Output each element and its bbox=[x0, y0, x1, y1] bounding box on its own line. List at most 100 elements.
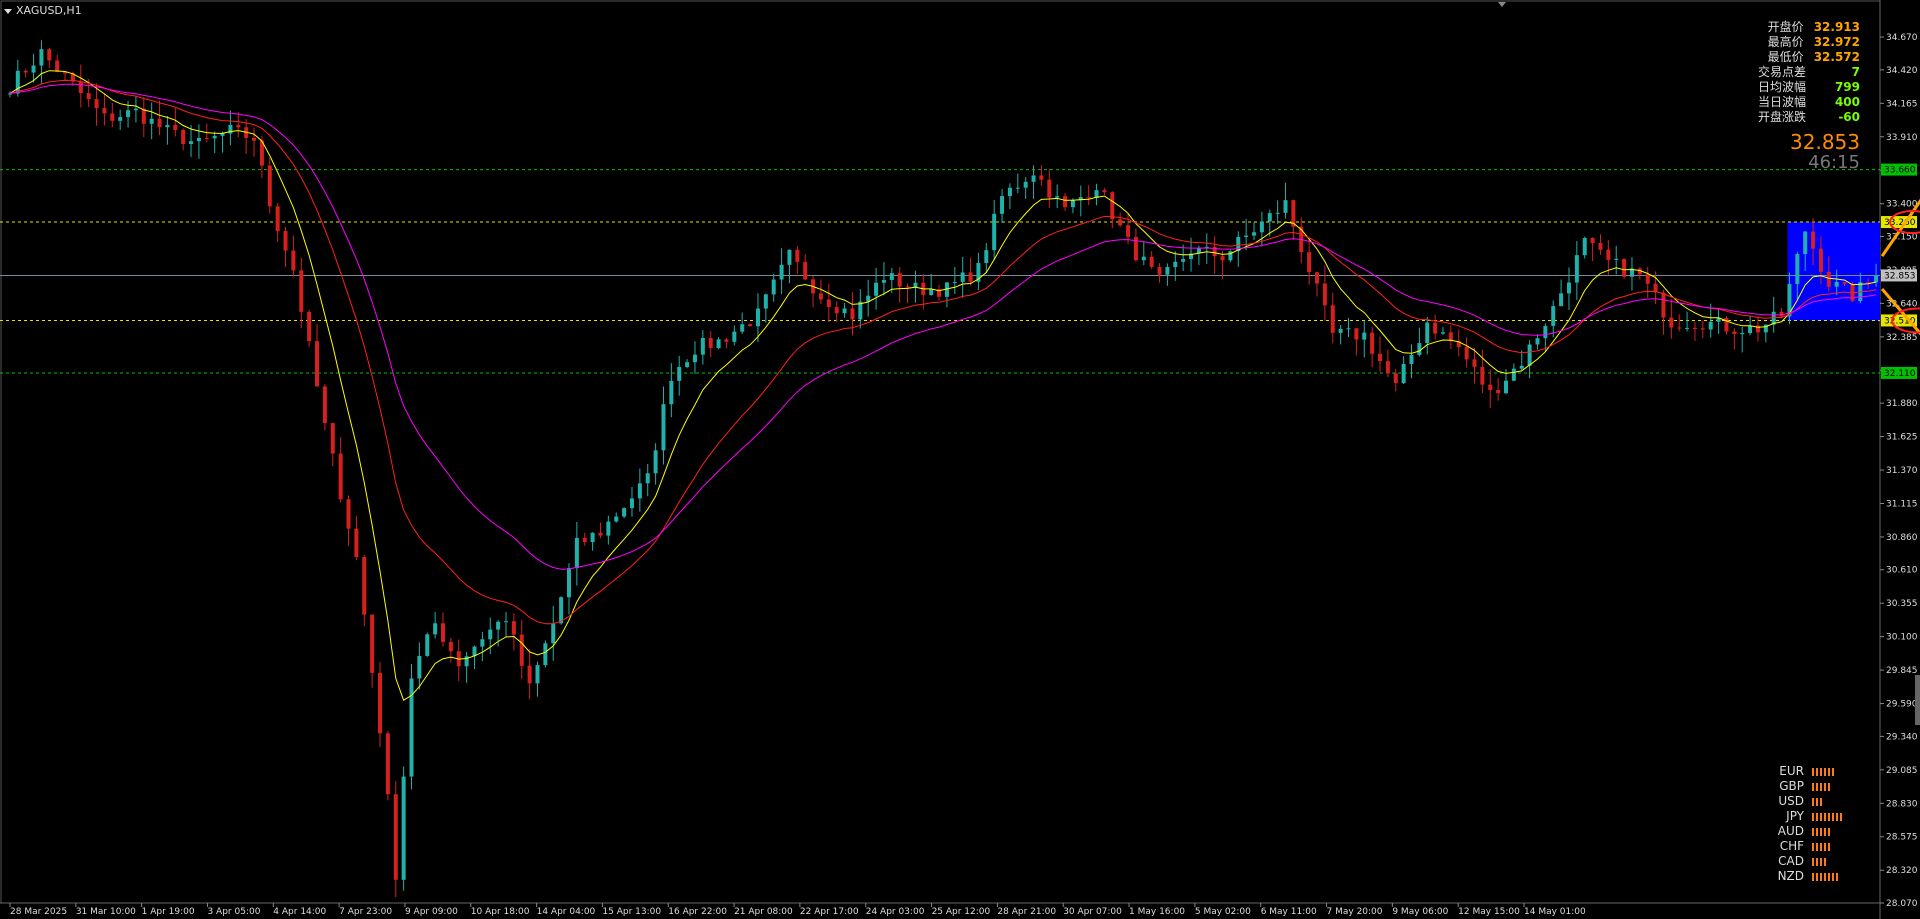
candle-body bbox=[1661, 292, 1666, 318]
strength-bars bbox=[1812, 812, 1850, 821]
candle-body bbox=[275, 206, 280, 232]
candle-body bbox=[165, 124, 170, 128]
candle-body bbox=[503, 621, 508, 623]
candle-body bbox=[771, 279, 776, 295]
candle-body bbox=[1244, 235, 1249, 237]
candle-body bbox=[315, 341, 320, 387]
candle-body bbox=[795, 249, 800, 262]
strength-bar bbox=[1812, 827, 1814, 836]
candle-body bbox=[1346, 328, 1351, 330]
currency-name: NZD bbox=[1777, 869, 1804, 883]
candle-body bbox=[818, 293, 823, 300]
info-row: 最高价 32.972 bbox=[1758, 35, 1860, 50]
candle-body bbox=[1685, 327, 1690, 329]
candle-body bbox=[1157, 266, 1162, 275]
candle-body bbox=[1385, 361, 1390, 374]
shift-marker-icon[interactable] bbox=[1498, 2, 1506, 7]
strength-bar bbox=[1832, 767, 1834, 776]
candle-body bbox=[1425, 322, 1430, 344]
candle-body bbox=[1015, 187, 1020, 189]
candle-body bbox=[535, 665, 540, 684]
candle-body bbox=[283, 231, 288, 251]
strength-bar bbox=[1812, 842, 1814, 851]
candle-body bbox=[850, 308, 855, 320]
candle-body bbox=[763, 294, 768, 309]
currency-name: CHF bbox=[1779, 839, 1804, 853]
info-label: 开盘价 bbox=[1767, 20, 1804, 34]
candle-body bbox=[1433, 322, 1438, 334]
strength-bar bbox=[1836, 812, 1838, 821]
currency-row: CHF bbox=[1776, 839, 1850, 854]
candle-body bbox=[889, 273, 894, 280]
candle-body bbox=[1165, 267, 1170, 275]
chart-window[interactable]: 34.67034.42034.16533.91033.65533.40033.1… bbox=[0, 0, 1920, 919]
currency-row: AUD bbox=[1776, 824, 1850, 839]
strength-bars bbox=[1812, 767, 1850, 776]
candle-body bbox=[905, 286, 910, 288]
candle-body bbox=[984, 250, 989, 263]
strength-bar bbox=[1820, 782, 1822, 791]
x-tick-label: 5 May 02:00 bbox=[1195, 907, 1251, 917]
candle-body bbox=[362, 556, 367, 615]
candle-body bbox=[488, 629, 493, 640]
x-tick-label: 22 Apr 17:00 bbox=[800, 907, 859, 917]
candle-body bbox=[874, 282, 879, 296]
strength-bar bbox=[1816, 827, 1818, 836]
strength-bars bbox=[1812, 842, 1850, 851]
candle-body bbox=[1086, 197, 1091, 199]
candle-body bbox=[1440, 332, 1445, 334]
x-tick-label: 1 May 16:00 bbox=[1129, 907, 1185, 917]
candle-body bbox=[299, 270, 304, 312]
strength-bar bbox=[1820, 812, 1822, 821]
strength-bar bbox=[1816, 812, 1818, 821]
candle-body bbox=[322, 386, 327, 424]
strength-bar bbox=[1836, 872, 1838, 881]
y-tick-label: 34.165 bbox=[1886, 99, 1918, 109]
y-tick-label: 28.320 bbox=[1886, 866, 1918, 876]
level-tag-label: 32.853 bbox=[1884, 271, 1916, 281]
candle-body bbox=[732, 331, 737, 342]
info-label: 日均波幅 bbox=[1757, 80, 1806, 94]
candle-body bbox=[448, 641, 453, 652]
moving-average-line bbox=[9, 83, 1877, 570]
candle-body bbox=[606, 521, 611, 536]
candle-body bbox=[1417, 343, 1422, 355]
info-value: 799 bbox=[1834, 80, 1860, 94]
candle-body bbox=[755, 308, 760, 327]
candle-body bbox=[1740, 333, 1745, 335]
price-chart[interactable]: 34.67034.42034.16533.91033.65533.40033.1… bbox=[0, 0, 1920, 919]
candle-body bbox=[559, 597, 564, 624]
candle-body bbox=[574, 537, 579, 569]
x-tick-label: 14 May 01:00 bbox=[1524, 907, 1586, 917]
candle-body bbox=[1590, 237, 1595, 244]
candle-body bbox=[582, 537, 587, 543]
strength-bar bbox=[1812, 857, 1814, 866]
info-row: 最低价 32.572 bbox=[1758, 50, 1860, 65]
strength-bar bbox=[1816, 767, 1818, 776]
candle-body bbox=[1472, 359, 1477, 367]
candle-body bbox=[1063, 196, 1068, 208]
candle-body bbox=[307, 311, 312, 342]
chart-scroll-marker[interactable] bbox=[1915, 675, 1920, 725]
candle-body bbox=[1614, 258, 1619, 260]
strength-bars bbox=[1812, 827, 1850, 836]
currency-name: CAD bbox=[1778, 854, 1804, 868]
candle-body bbox=[1732, 331, 1737, 335]
candle-body bbox=[496, 621, 501, 630]
candle-body bbox=[1267, 213, 1272, 222]
info-label: 当日波幅 bbox=[1757, 95, 1806, 109]
x-tick-label: 30 Apr 07:00 bbox=[1063, 907, 1122, 917]
candle-body bbox=[1141, 256, 1146, 261]
candle-body bbox=[102, 108, 107, 114]
candle-body bbox=[1039, 175, 1044, 180]
candle-countdown: 46:15 bbox=[1808, 152, 1860, 173]
strength-bar bbox=[1812, 767, 1814, 776]
candle-body bbox=[1031, 175, 1036, 182]
x-tick-label: 16 Apr 22:00 bbox=[668, 907, 727, 917]
dropdown-icon[interactable] bbox=[4, 8, 12, 14]
candle-body bbox=[189, 141, 194, 145]
candle-body bbox=[1535, 338, 1540, 345]
candle-body bbox=[1551, 306, 1556, 326]
candle-body bbox=[1496, 389, 1501, 394]
candle-body bbox=[480, 639, 485, 647]
